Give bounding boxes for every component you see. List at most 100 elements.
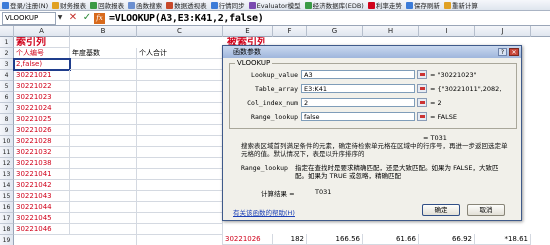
row-header[interactable]: 3 — [0, 59, 14, 70]
column-header[interactable]: B — [70, 26, 137, 37]
help-icon[interactable]: ? — [498, 48, 507, 56]
column-header[interactable]: J — [475, 26, 531, 37]
toolbar-item[interactable]: 保存刷新 — [404, 0, 442, 10]
row-header[interactable]: 15 — [0, 191, 14, 202]
id-cell[interactable]: 30221026 — [14, 125, 70, 136]
ok-button[interactable]: 确定 — [422, 204, 460, 216]
empty-cell[interactable] — [137, 224, 223, 235]
id-cell[interactable]: 30221041 — [14, 169, 70, 180]
cell-i19[interactable]: 66.92 — [419, 234, 475, 245]
cancel-formula-button[interactable]: ✕ — [68, 12, 78, 24]
function-help-link[interactable]: 有关该函数的帮助(H) — [233, 207, 295, 217]
empty-cell[interactable] — [70, 59, 137, 70]
empty-cell[interactable] — [137, 235, 223, 245]
toolbar-item[interactable]: 登录/注册(N) — [0, 0, 50, 10]
column-header[interactable]: I — [419, 26, 475, 37]
column-header[interactable]: E — [223, 26, 273, 37]
id-cell[interactable]: 30221044 — [14, 202, 70, 213]
empty-cell[interactable] — [137, 158, 223, 169]
row-header[interactable]: 16 — [0, 202, 14, 213]
row-header[interactable]: 9 — [0, 125, 14, 136]
empty-cell[interactable] — [70, 191, 137, 202]
empty-cell[interactable] — [70, 81, 137, 92]
empty-cell[interactable] — [137, 81, 223, 92]
empty-cell[interactable] — [70, 136, 137, 147]
row-header[interactable]: 10 — [0, 136, 14, 147]
toolbar-item[interactable]: 函数搜索 — [126, 0, 164, 10]
toolbar-item[interactable]: 财务报表 — [50, 0, 88, 10]
empty-cell[interactable] — [137, 103, 223, 114]
toolbar-item[interactable]: 回款报表 — [88, 0, 126, 10]
name-box[interactable]: VLOOKUP — [2, 11, 56, 25]
empty-cell[interactable] — [70, 213, 137, 224]
formula-input[interactable]: =VLOOKUP(A3,E3:K41,2,false) — [109, 13, 264, 24]
row-header[interactable]: 12 — [0, 158, 14, 169]
cell-e19[interactable]: 30221026 — [223, 234, 273, 245]
cell-g19[interactable]: 166.56 — [307, 234, 363, 245]
column-header[interactable]: F — [273, 26, 307, 37]
row-header[interactable]: 11 — [0, 147, 14, 158]
empty-cell[interactable] — [137, 59, 223, 70]
chevron-down-icon[interactable]: ▼ — [56, 12, 64, 25]
cancel-button[interactable]: 取消 — [467, 204, 505, 216]
empty-cell[interactable] — [137, 114, 223, 125]
column-header[interactable]: H — [363, 26, 419, 37]
row-header[interactable]: 8 — [0, 114, 14, 125]
row-header[interactable]: 18 — [0, 224, 14, 235]
toolbar-item[interactable]: 利率走势 — [366, 0, 404, 10]
id-cell[interactable]: 30221043 — [14, 191, 70, 202]
empty-cell[interactable] — [70, 169, 137, 180]
cell-c2[interactable]: 个人合计 — [137, 48, 223, 59]
row-header[interactable]: 2 — [0, 48, 14, 59]
id-cell[interactable]: 30221045 — [14, 213, 70, 224]
id-cell[interactable]: 30221021 — [14, 70, 70, 81]
empty-cell[interactable] — [70, 202, 137, 213]
col-index-input[interactable]: 2 — [301, 98, 415, 107]
cell-f19[interactable]: 182 — [273, 234, 307, 245]
toolbar-item[interactable]: Evaluator模型 — [247, 0, 303, 10]
cell-b2[interactable]: 年度基数 — [70, 48, 137, 59]
cell-a1[interactable]: 索引列 — [14, 37, 70, 48]
id-cell[interactable]: 30221038 — [14, 158, 70, 169]
row-header[interactable]: 7 — [0, 103, 14, 114]
range-picker-icon[interactable] — [417, 98, 427, 107]
id-cell[interactable]: 30221025 — [14, 114, 70, 125]
row-header[interactable]: 1 — [0, 37, 14, 48]
range-picker-icon[interactable] — [417, 84, 427, 93]
row-header[interactable]: 13 — [0, 169, 14, 180]
select-all-corner[interactable] — [0, 26, 14, 37]
column-header[interactable]: G — [307, 26, 363, 37]
empty-cell[interactable] — [137, 92, 223, 103]
cell-a2[interactable]: 个人编号 — [14, 48, 70, 59]
empty-cell[interactable] — [137, 70, 223, 81]
row-header[interactable]: 19 — [0, 235, 14, 245]
empty-cell[interactable] — [70, 92, 137, 103]
range-lookup-input[interactable]: false — [301, 112, 415, 121]
empty-cell[interactable] — [70, 114, 137, 125]
row-header[interactable]: 14 — [0, 180, 14, 191]
range-picker-icon[interactable] — [417, 70, 427, 79]
id-cell[interactable]: 30221023 — [14, 92, 70, 103]
lookup-value-input[interactable]: A3 — [301, 70, 415, 79]
empty-cell[interactable] — [70, 70, 137, 81]
empty-cell[interactable] — [70, 103, 137, 114]
id-cell[interactable]: 30221042 — [14, 180, 70, 191]
empty-cell[interactable] — [137, 213, 223, 224]
dialog-title-bar[interactable]: 函数参数 ? ✕ — [223, 46, 521, 58]
row-header[interactable]: 17 — [0, 213, 14, 224]
id-cell[interactable]: 30221028 — [14, 136, 70, 147]
empty-cell[interactable] — [137, 136, 223, 147]
empty-cell[interactable] — [137, 169, 223, 180]
toolbar-item[interactable]: 重新计算 — [442, 0, 480, 10]
cell-j19[interactable]: *18.61 — [475, 234, 531, 245]
close-icon[interactable]: ✕ — [509, 48, 519, 56]
toolbar-item[interactable]: 经济数据库(EDB) — [303, 0, 366, 10]
id-cell[interactable]: 30221022 — [14, 81, 70, 92]
insert-function-button[interactable]: fx — [94, 12, 105, 24]
cell-h19[interactable]: 61.66 — [363, 234, 419, 245]
empty-cell[interactable] — [137, 180, 223, 191]
confirm-formula-button[interactable]: ✓ — [82, 12, 92, 24]
toolbar-item[interactable]: 数据透视表 — [164, 0, 209, 10]
empty-cell[interactable] — [70, 158, 137, 169]
empty-cell[interactable] — [137, 191, 223, 202]
